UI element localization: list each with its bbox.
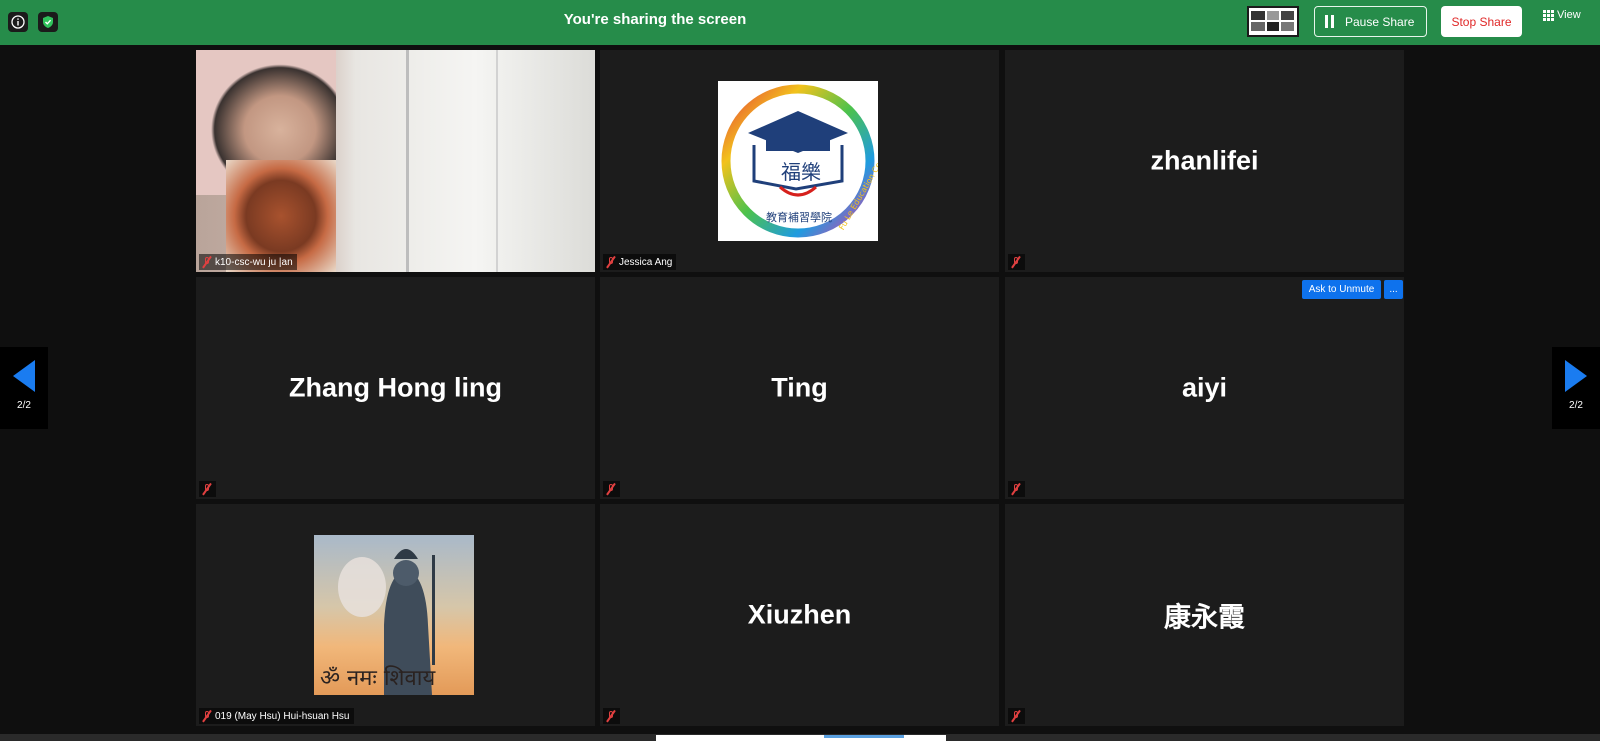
logo-school-text: 教育補習學院	[766, 210, 832, 224]
muted-mic-icon	[606, 482, 616, 496]
participant-tile[interactable]: ॐ नमः शिवाय 019 (May Hsu) Hui-hsuan Hsu	[196, 504, 595, 726]
participant-name-tag	[1008, 254, 1025, 270]
muted-mic-icon	[1011, 482, 1021, 496]
participant-name-tag	[603, 481, 620, 497]
participant-video	[196, 50, 595, 272]
participant-tile[interactable]: Ting	[600, 277, 999, 499]
muted-mic-icon	[202, 482, 212, 496]
muted-mic-icon	[1011, 255, 1021, 269]
mantra-text: ॐ नमः शिवाय	[320, 665, 436, 691]
bottom-share-indicator	[656, 735, 946, 741]
participant-tile[interactable]: aiyi	[1005, 277, 1404, 499]
participant-tile[interactable]: 康永霞	[1005, 504, 1404, 726]
grid-view-icon	[1543, 9, 1554, 21]
pause-share-button[interactable]: Pause Share	[1314, 6, 1427, 37]
participant-name-tag	[199, 481, 216, 497]
shield-icon[interactable]	[38, 12, 58, 32]
participant-display-name: Ting	[771, 372, 828, 403]
ask-to-unmute-button[interactable]: Ask to Unmute	[1302, 280, 1381, 299]
info-icon[interactable]	[8, 12, 28, 32]
participant-name-tag	[1008, 481, 1025, 497]
participant-name-tag: 019 (May Hsu) Hui-hsuan Hsu	[199, 708, 354, 724]
participant-name: 019 (May Hsu) Hui-hsuan Hsu	[215, 710, 350, 722]
muted-mic-icon	[606, 709, 616, 723]
muted-mic-icon	[202, 709, 212, 723]
participant-name: k10-csc-wu ju |an	[215, 256, 293, 268]
participant-display-name: 康永霞	[1164, 602, 1245, 633]
left-arrow-icon	[13, 360, 35, 392]
participant-tile[interactable]: Xiuzhen	[600, 504, 999, 726]
participant-display-name: aiyi	[1181, 372, 1228, 403]
view-label: View	[1557, 9, 1581, 21]
participant-name-tag: Jessica Ang	[603, 254, 677, 270]
participant-display-name: zhanlifei	[1150, 145, 1259, 176]
participant-name-tag: k10-csc-wu ju |an	[199, 254, 297, 270]
sharing-status-title: You're sharing the screen	[563, 11, 747, 28]
next-page-button[interactable]: 2/2	[1552, 347, 1600, 429]
shared-screen-thumbnail[interactable]	[1247, 6, 1299, 37]
muted-mic-icon	[1011, 709, 1021, 723]
participant-tile[interactable]: Zhang Hong ling	[196, 277, 595, 499]
profile-picture: ॐ नमः शिवाय	[314, 535, 474, 695]
participant-name-tag	[603, 708, 620, 724]
right-arrow-icon	[1565, 360, 1587, 392]
pause-share-label: Pause Share	[1345, 14, 1415, 29]
participant-name: Jessica Ang	[619, 256, 673, 268]
muted-mic-icon	[202, 255, 212, 269]
logo-chinese-text: 福樂	[781, 160, 821, 184]
participant-display-name: Xiuzhen	[747, 599, 852, 630]
previous-page-button[interactable]: 2/2	[0, 347, 48, 429]
page-indicator-left: 2/2	[17, 400, 31, 411]
view-button[interactable]: View	[1543, 9, 1581, 21]
participant-tile[interactable]: zhanlifei	[1005, 50, 1404, 272]
participant-tile[interactable]: k10-csc-wu ju |an	[196, 50, 595, 272]
screen-share-bar: You're sharing the screen Pause Share St…	[0, 0, 1600, 45]
participant-name-tag	[1008, 708, 1025, 724]
participant-display-name: Zhang Hong ling	[289, 372, 502, 403]
muted-mic-icon	[606, 255, 616, 269]
participant-tile[interactable]: 福樂 教育補習學院 Fu Le Education Centre Jessica…	[600, 50, 999, 272]
more-options-button[interactable]: ...	[1384, 280, 1403, 299]
stop-share-button[interactable]: Stop Share	[1441, 6, 1522, 37]
pause-icon	[1325, 15, 1334, 28]
page-indicator-right: 2/2	[1569, 400, 1583, 411]
profile-picture: 福樂 教育補習學院 Fu Le Education Centre	[718, 81, 891, 241]
